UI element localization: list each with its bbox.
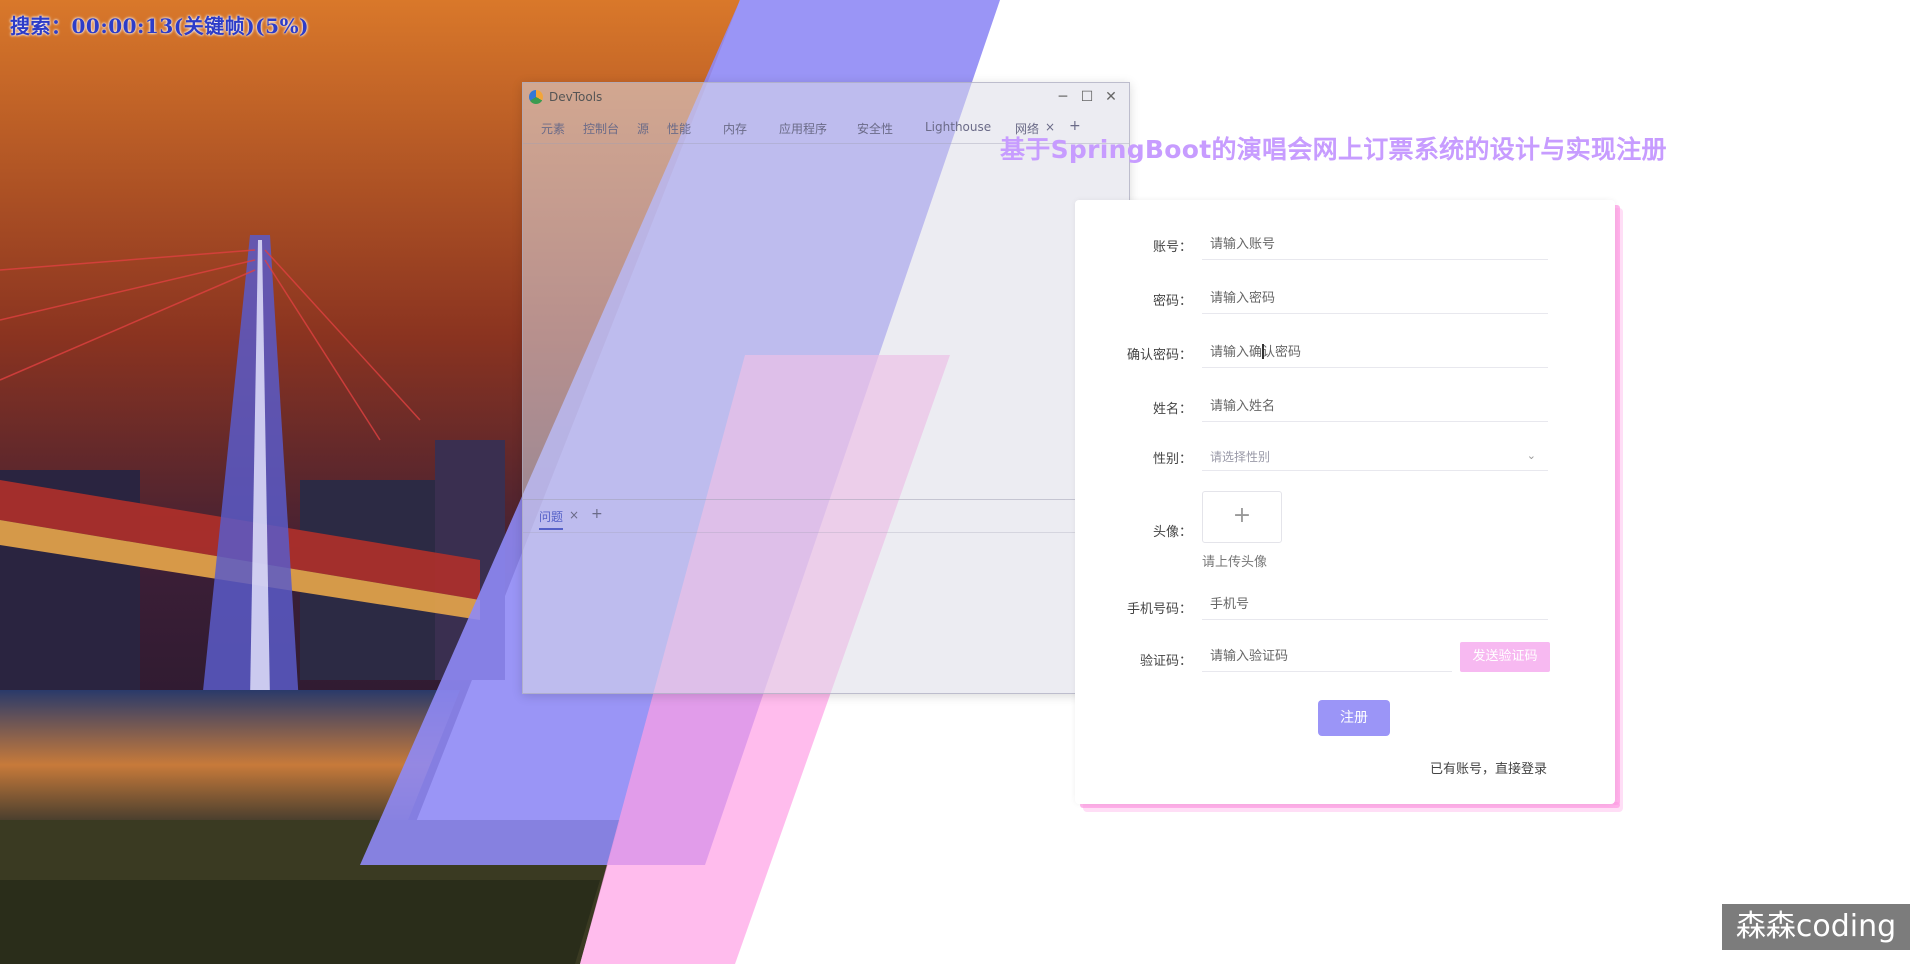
- avatar-label: 头像：: [1152, 525, 1192, 540]
- tab-security[interactable]: 安全性: [857, 120, 893, 137]
- password-input[interactable]: [1202, 284, 1548, 314]
- tab-console[interactable]: 控制台: [583, 120, 619, 137]
- drawer-tab-close-icon[interactable]: ×: [569, 508, 579, 522]
- devtools-title: DevTools: [549, 90, 603, 104]
- avatar-upload-hint: 请上传头像: [1202, 555, 1268, 570]
- tab-sources[interactable]: 源: [637, 120, 649, 137]
- minimize-button[interactable]: ─: [1051, 87, 1075, 107]
- gender-select-placeholder: 请选择性别: [1210, 450, 1271, 464]
- confirm-password-label: 确认密码：: [1126, 348, 1192, 363]
- account-label: 账号：: [1152, 240, 1192, 255]
- timer-overlay: 搜索：00:00:13(关键帧)(5%): [10, 14, 310, 38]
- code-label: 验证码：: [1139, 654, 1192, 669]
- tab-memory[interactable]: 内存: [723, 120, 747, 137]
- register-button[interactable]: 注册: [1318, 700, 1390, 736]
- close-button[interactable]: ✕: [1099, 87, 1123, 107]
- login-link[interactable]: 已有账号，直接登录: [1430, 758, 1547, 777]
- tab-lighthouse[interactable]: Lighthouse: [925, 120, 991, 134]
- name-input[interactable]: [1202, 392, 1548, 422]
- tab-issues[interactable]: 问题: [539, 508, 564, 530]
- password-label: 密码：: [1152, 294, 1192, 309]
- gender-select[interactable]: 请选择性别 ⌄: [1202, 441, 1548, 471]
- text-cursor-icon: [1262, 344, 1264, 359]
- page-title: 基于SpringBoot的演唱会网上订票系统的设计与实现注册: [1000, 135, 1667, 164]
- devtools-titlebar[interactable]: DevTools ─ ☐ ✕: [523, 83, 1129, 111]
- devtools-window[interactable]: DevTools ─ ☐ ✕ 元素 控制台 源 性能 内存 应用程序 安全性 L…: [522, 82, 1130, 694]
- drawer-add-button[interactable]: +: [591, 506, 603, 522]
- code-input[interactable]: [1202, 642, 1452, 672]
- plus-icon: +: [1232, 503, 1252, 528]
- name-label: 姓名：: [1152, 402, 1192, 417]
- chevron-down-icon: ⌄: [1526, 449, 1536, 462]
- maximize-button[interactable]: ☐: [1075, 87, 1099, 107]
- tab-application[interactable]: 应用程序: [779, 120, 827, 137]
- phone-input[interactable]: [1202, 590, 1548, 620]
- devtools-drawer: 问题 × + ✕: [523, 499, 1129, 533]
- phone-label: 手机号码：: [1126, 602, 1192, 617]
- tab-performance[interactable]: 性能: [667, 120, 691, 137]
- send-code-button[interactable]: 发送验证码: [1460, 642, 1550, 672]
- account-input[interactable]: [1202, 230, 1548, 260]
- avatar-upload-button[interactable]: +: [1202, 491, 1282, 543]
- browser-logo-icon: [529, 90, 543, 104]
- watermark: 森森coding: [1722, 904, 1910, 950]
- gender-label: 性别：: [1152, 452, 1192, 467]
- tab-elements[interactable]: 元素: [541, 120, 565, 137]
- confirm-password-input[interactable]: [1202, 338, 1548, 368]
